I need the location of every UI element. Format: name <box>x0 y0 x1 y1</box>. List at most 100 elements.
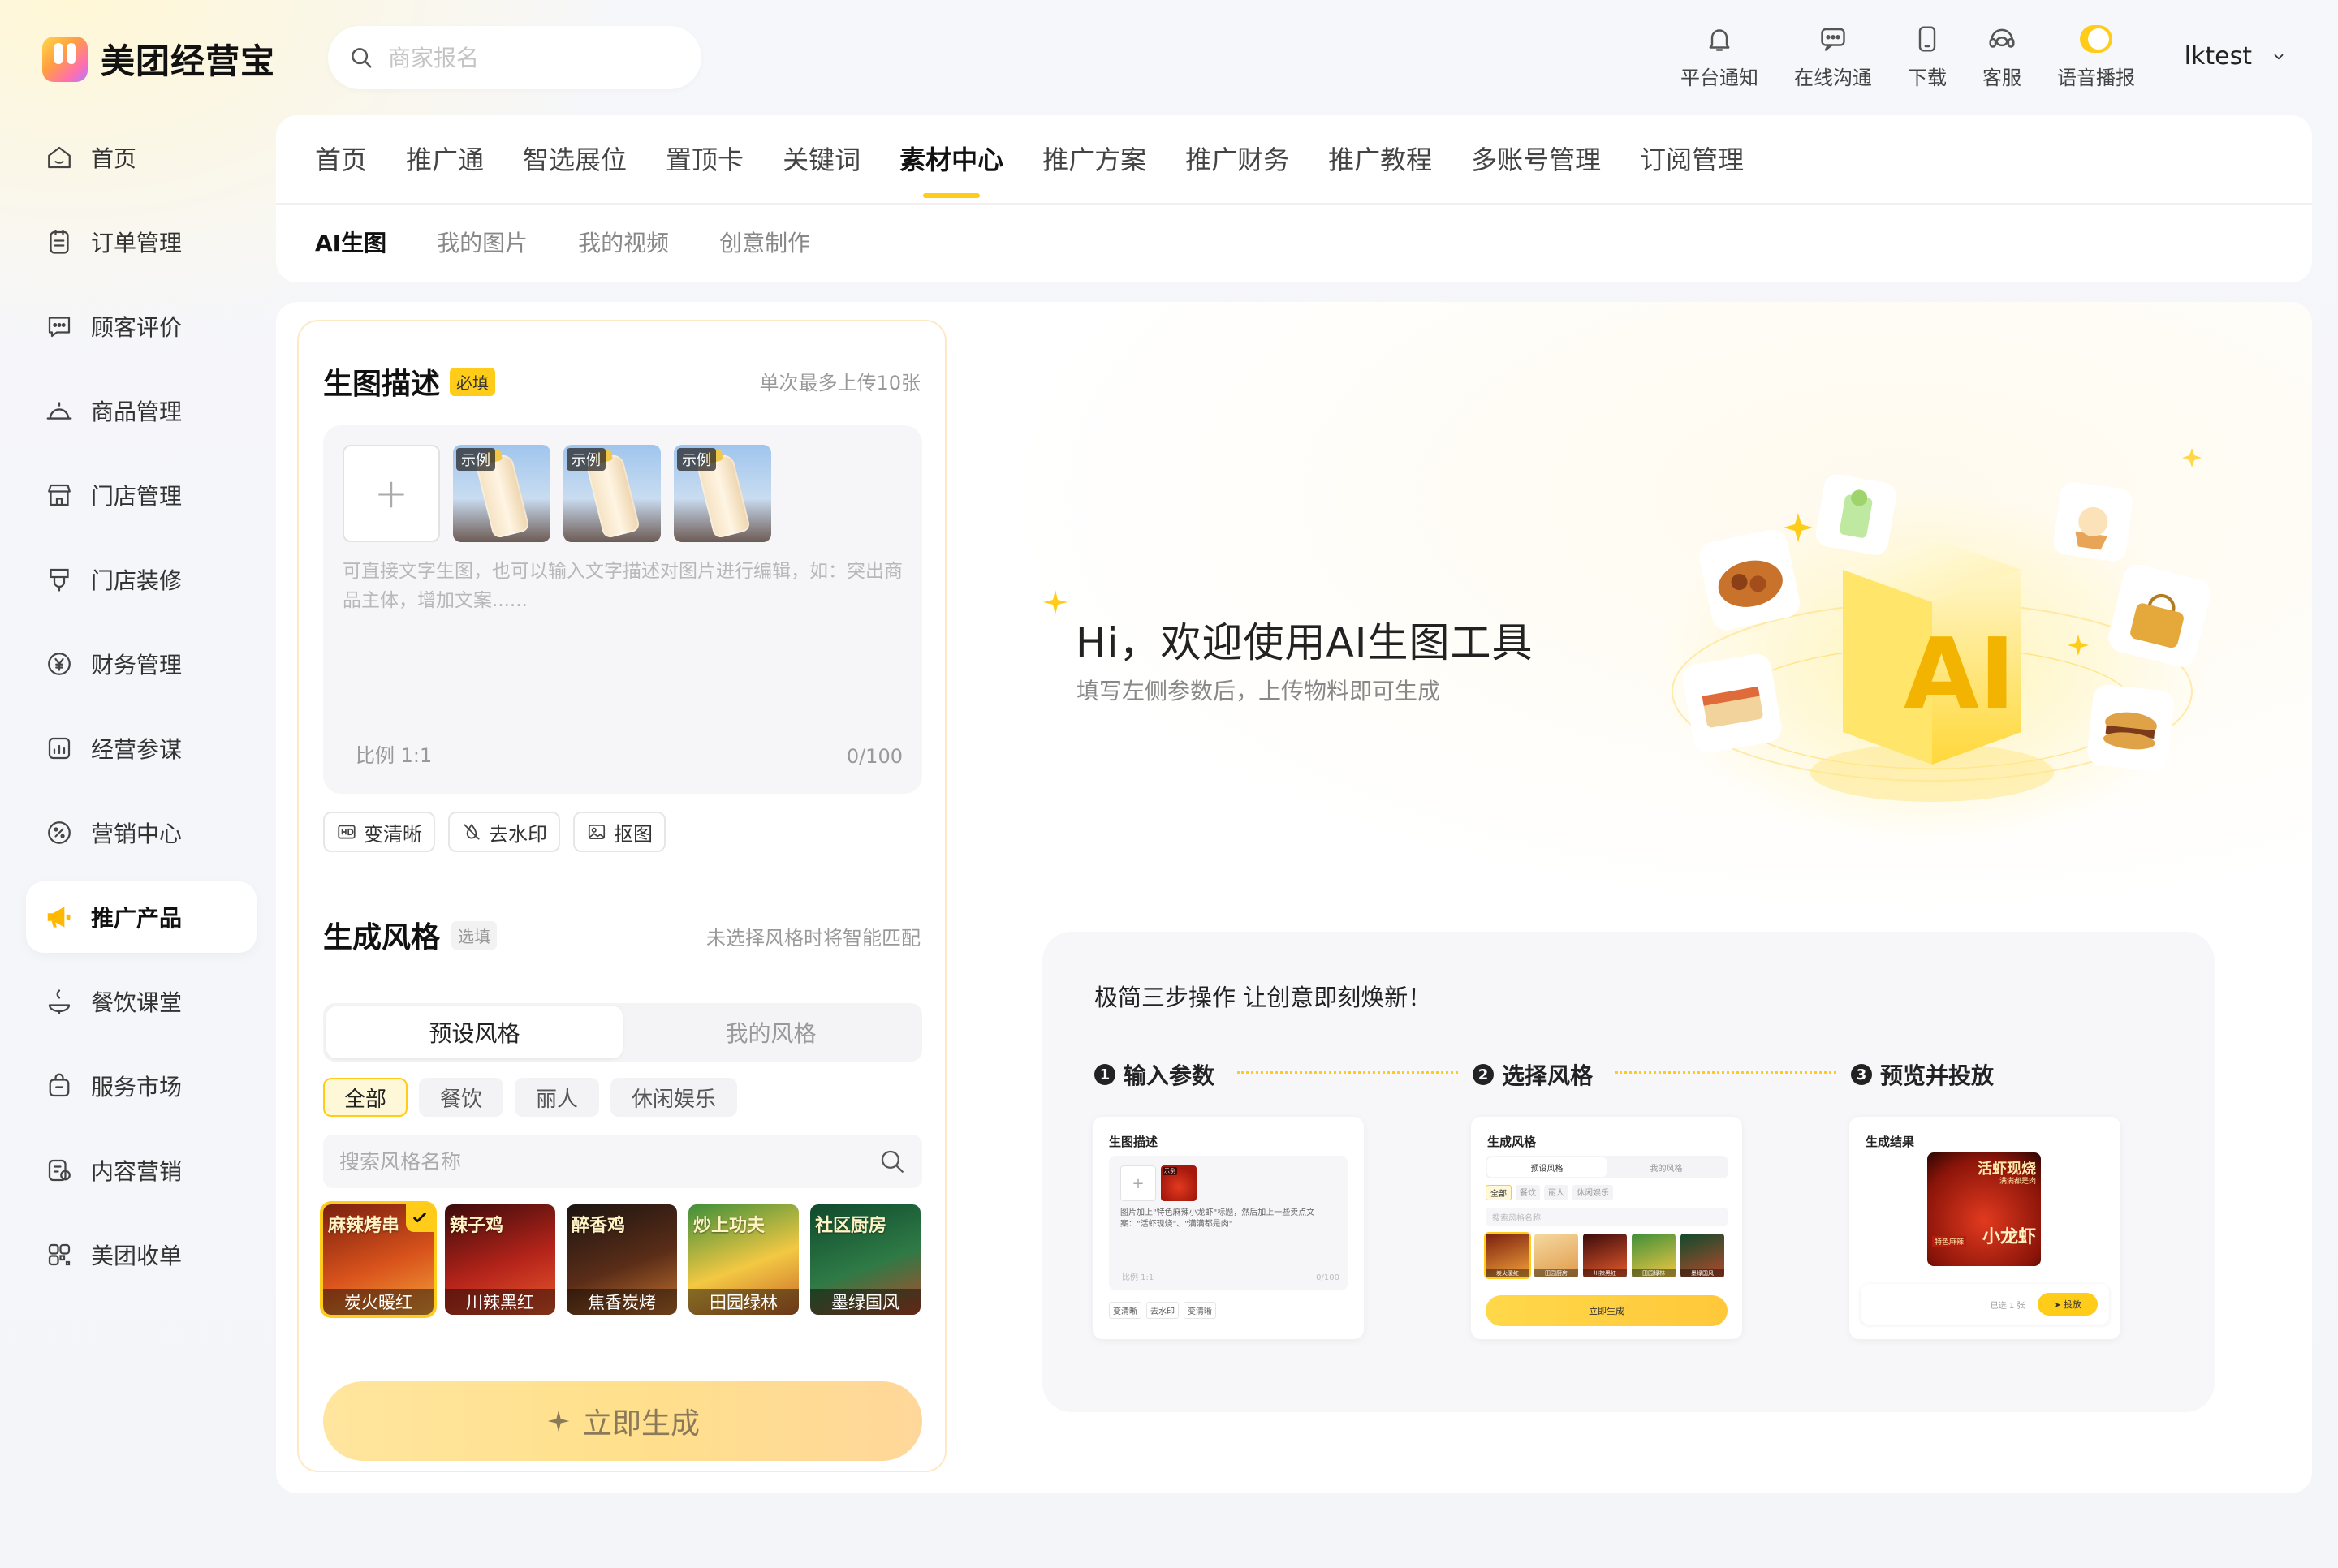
sidebar-item-payment[interactable]: 美团收单 <box>26 1219 257 1290</box>
chip-beauty[interactable]: 丽人 <box>515 1078 600 1117</box>
tab-top-card[interactable]: 置顶卡 <box>666 140 744 198</box>
sidebar-item-content-marketing[interactable]: 内容营销 <box>26 1135 257 1206</box>
svg-text:AI: AI <box>1904 618 2016 731</box>
top-bar: 美团经营宝 平台通知 在线沟通 下载 客服 语音播报 lktest <box>0 0 2338 114</box>
search-input[interactable] <box>388 44 680 71</box>
watermark-icon <box>464 823 480 840</box>
chip-all[interactable]: 全部 <box>323 1078 408 1117</box>
description-input[interactable]: 可直接文字生图，也可以输入文字描述对图片进行编辑，如：突出商品主体，增加文案..… <box>343 557 903 615</box>
user-menu[interactable]: lktest <box>2185 42 2286 71</box>
subtab-my-videos[interactable]: 我的视频 <box>578 226 669 258</box>
search-icon <box>352 48 372 68</box>
deploy-button[interactable]: ➤ 投放 <box>2038 1293 2098 1316</box>
step-2-preview: 生成风格 预设风格 我的风格 全部 餐饮 丽人 休闲娱乐 搜索风格名称 炭火暖红… <box>1471 1117 1742 1339</box>
cutout-button[interactable]: 抠图 <box>573 812 666 852</box>
logo-mark-icon <box>42 36 88 82</box>
step-3-preview: 生成结果 活虾现烧 满满都是肉 小龙虾 特色麻辣 已选 1 张 ➤ 投放 <box>1849 1117 2120 1339</box>
hd-icon <box>338 825 356 839</box>
tab-home[interactable]: 首页 <box>315 140 367 198</box>
sample-image[interactable]: 示例 <box>453 445 550 542</box>
bag-icon <box>49 1073 70 1097</box>
sidebar-item-products[interactable]: 商品管理 <box>26 375 257 446</box>
upload-image-button[interactable]: + <box>343 445 440 542</box>
sidebar-item-label: 顾客评价 <box>91 314 183 341</box>
char-count: 0/100 <box>846 745 903 768</box>
sidebar-item-finance[interactable]: 财务管理 <box>26 628 257 700</box>
customer-service-label: 客服 <box>1982 67 2021 89</box>
tab-promotion-plan[interactable]: 推广方案 <box>1042 140 1146 198</box>
tab-my-styles[interactable]: 我的风格 <box>623 1006 919 1058</box>
notification-button[interactable]: 平台通知 <box>1680 23 1758 90</box>
phone-icon <box>1918 26 1936 52</box>
preview-title: 生成结果 <box>1866 1135 1915 1149</box>
sidebar-item-analytics[interactable]: 经营参谋 <box>26 713 257 784</box>
description-area: + 示例 示例 示例 可直接文字生图，也可以输入文字描述对图片进行编辑，如：突出… <box>323 425 922 794</box>
sidebar-item-classroom[interactable]: 餐饮课堂 <box>26 966 257 1037</box>
sample-image[interactable]: 示例 <box>563 445 661 542</box>
style-option[interactable]: 辣子鸡 川辣黑红 <box>445 1204 555 1315</box>
style-option[interactable]: 炒上功夫 田园绿林 <box>688 1204 799 1315</box>
sample-badge: 示例 <box>677 448 716 471</box>
check-icon <box>406 1204 434 1232</box>
tab-smart-booth[interactable]: 智选展位 <box>523 140 627 198</box>
download-button[interactable]: 下载 <box>1908 23 1947 90</box>
tab-subscription[interactable]: 订阅管理 <box>1640 140 1744 198</box>
customer-service-button[interactable]: 客服 <box>1982 23 2021 90</box>
tab-material-center[interactable]: 素材中心 <box>899 140 1003 198</box>
sidebar-item-label: 推广产品 <box>91 905 183 932</box>
ratio-selector[interactable]: 比例 1:1 <box>356 739 432 768</box>
enhance-button[interactable]: 变清晰 <box>323 812 435 852</box>
generate-button[interactable]: 立即生成 <box>323 1381 922 1461</box>
subtab-creative[interactable]: 创意制作 <box>719 226 810 258</box>
sidebar-item-service-market[interactable]: 服务市场 <box>26 1050 257 1122</box>
sidebar-item-label: 商品管理 <box>91 398 183 425</box>
style-label: 田园绿林 <box>688 1289 799 1315</box>
tab-promotion-finance[interactable]: 推广财务 <box>1185 140 1289 198</box>
sidebar-item-label: 美团收单 <box>91 1243 183 1269</box>
sidebar-item-orders[interactable]: 订单管理 <box>26 206 257 278</box>
chip-food[interactable]: 餐饮 <box>419 1078 504 1117</box>
style-list: 麻辣烤串 炭火暖红 辣子鸡 川辣黑红 醉香鸡 焦香炭烤 炒上功夫 田园绿林 社区… <box>323 1204 932 1315</box>
style-search[interactable] <box>323 1135 922 1188</box>
tab-keywords[interactable]: 关键词 <box>783 140 861 198</box>
style-search-input[interactable] <box>339 1149 826 1174</box>
step-number: 3 <box>1851 1064 1872 1085</box>
merchant-search[interactable] <box>328 26 701 89</box>
app-logo[interactable]: 美团经营宝 <box>42 34 275 84</box>
style-option[interactable]: 社区厨房 墨绿国风 <box>810 1204 921 1315</box>
step-2-heading: 2 选择风格 <box>1473 1058 1593 1091</box>
tab-tutorial[interactable]: 推广教程 <box>1328 140 1432 198</box>
search-icon <box>881 1150 904 1173</box>
sidebar-item-promotion[interactable]: 推广产品 <box>26 881 257 953</box>
download-label: 下载 <box>1908 67 1947 89</box>
plus-icon: + <box>1120 1165 1156 1201</box>
sidebar-item-label: 营销中心 <box>91 821 183 847</box>
app-name: 美团经营宝 <box>101 41 276 81</box>
chart-icon <box>48 737 71 760</box>
tab-preset-styles[interactable]: 预设风格 <box>326 1006 623 1058</box>
sample-image[interactable]: 示例 <box>674 445 771 542</box>
style-option[interactable]: 麻辣烤串 炭火暖红 <box>323 1204 434 1315</box>
sidebar-item-home[interactable]: 首页 <box>26 122 257 193</box>
chip-leisure[interactable]: 休闲娱乐 <box>610 1078 738 1117</box>
online-chat-button[interactable]: 在线沟通 <box>1794 23 1872 90</box>
sidebar-item-marketing[interactable]: 营销中心 <box>26 797 257 868</box>
voice-broadcast-toggle[interactable]: 语音播报 <box>2057 23 2135 90</box>
required-tag: 必填 <box>450 367 496 396</box>
remove-watermark-button[interactable]: 去水印 <box>448 812 560 852</box>
toggle-switch[interactable] <box>2080 25 2112 53</box>
result-poster[interactable]: 活虾现烧 满满都是肉 小龙虾 特色麻辣 <box>1927 1152 2041 1266</box>
subtab-my-images[interactable]: 我的图片 <box>437 226 528 258</box>
tab-multi-account[interactable]: 多账号管理 <box>1471 140 1601 198</box>
sidebar-item-label: 首页 <box>91 145 137 172</box>
subtab-ai-image[interactable]: AI生图 <box>315 226 386 258</box>
upload-limit-hint: 单次最多上传10张 <box>759 372 921 394</box>
sidebar-item-decoration[interactable]: 门店装修 <box>26 544 257 615</box>
step-1-preview: 生图描述 + 示例 图片加上"特色麻辣小龙虾"标题，然后加上一些卖点文案："活虾… <box>1093 1117 1364 1339</box>
sidebar-item-store[interactable]: 门店管理 <box>26 459 257 531</box>
tab-tuiguangtong[interactable]: 推广通 <box>406 140 484 198</box>
style-option[interactable]: 醉香鸡 焦香炭烤 <box>567 1204 677 1315</box>
style-category-chips: 全部 餐饮 丽人 休闲娱乐 <box>323 1078 748 1117</box>
sidebar-item-reviews[interactable]: 顾客评价 <box>26 291 257 362</box>
style-label: 川辣黑红 <box>445 1289 555 1315</box>
